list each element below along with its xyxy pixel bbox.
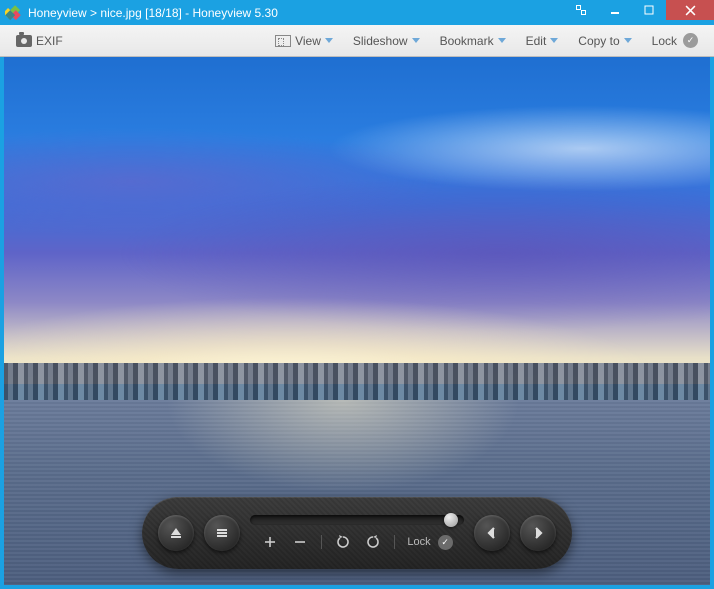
exif-label: EXIF	[36, 34, 63, 48]
separator	[321, 535, 322, 549]
eject-button[interactable]	[158, 515, 194, 551]
image-viewport[interactable]: Lock ✓	[4, 57, 710, 585]
titlebar: Honeyview > nice.jpg [18/18] - Honeyview…	[0, 0, 714, 25]
rotate-right-button[interactable]	[364, 533, 382, 551]
lock-label: Lock	[652, 34, 677, 48]
camera-icon	[16, 35, 32, 47]
overlay-lock-button[interactable]: Lock ✓	[407, 535, 452, 550]
maximize-button[interactable]	[632, 0, 666, 20]
overlay-lock-label: Lock	[407, 536, 430, 548]
overlay-controls: Lock ✓	[142, 497, 572, 569]
slider-thumb[interactable]	[444, 513, 458, 527]
zoom-in-button[interactable]	[261, 533, 279, 551]
separator	[394, 535, 395, 549]
window-controls	[564, 0, 714, 25]
bookmark-label: Bookmark	[440, 34, 494, 48]
sky-region	[4, 57, 710, 384]
slideshow-menu[interactable]: Slideshow	[345, 30, 428, 52]
view-icon	[275, 35, 291, 47]
title-suffix: - Honeyview 5.30	[185, 6, 278, 20]
exif-button[interactable]: EXIF	[8, 30, 71, 52]
chevron-down-icon	[412, 38, 420, 43]
copyto-label: Copy to	[578, 34, 619, 48]
app-window: Honeyview > nice.jpg [18/18] - Honeyview…	[0, 0, 714, 589]
chevron-down-icon	[624, 38, 632, 43]
title-app: Honeyview	[28, 6, 87, 20]
copyto-menu[interactable]: Copy to	[570, 30, 639, 52]
overlay-middle: Lock ✓	[250, 515, 464, 551]
menu-button[interactable]	[204, 515, 240, 551]
bookmark-menu[interactable]: Bookmark	[432, 30, 514, 52]
window-title: Honeyview > nice.jpg [18/18] - Honeyview…	[28, 6, 564, 20]
zoom-out-button[interactable]	[291, 533, 309, 551]
chevron-down-icon	[498, 38, 506, 43]
minimize-button[interactable]	[598, 0, 632, 20]
chevron-down-icon	[325, 38, 333, 43]
rotate-left-button[interactable]	[334, 533, 352, 551]
title-filename: nice.jpg	[100, 6, 141, 20]
view-label: View	[295, 34, 321, 48]
title-counter: [18/18]	[145, 6, 182, 20]
next-button[interactable]	[520, 515, 556, 551]
previous-button[interactable]	[474, 515, 510, 551]
lock-button[interactable]: Lock ✓	[644, 29, 706, 52]
close-button[interactable]	[666, 0, 714, 20]
chevron-down-icon	[550, 38, 558, 43]
toolbar: EXIF View Slideshow Bookmark Edit Copy t…	[0, 25, 714, 57]
edit-menu[interactable]: Edit	[518, 30, 567, 52]
overlay-lower-row: Lock ✓	[261, 533, 452, 551]
view-menu[interactable]: View	[267, 30, 341, 52]
position-slider[interactable]	[250, 515, 464, 525]
check-icon: ✓	[683, 33, 698, 48]
check-icon: ✓	[438, 535, 453, 550]
edit-label: Edit	[526, 34, 547, 48]
slideshow-label: Slideshow	[353, 34, 408, 48]
title-sep: >	[90, 6, 97, 20]
cityscape-region	[4, 363, 710, 405]
app-icon	[4, 4, 22, 22]
fullscreen-button[interactable]	[564, 0, 598, 20]
